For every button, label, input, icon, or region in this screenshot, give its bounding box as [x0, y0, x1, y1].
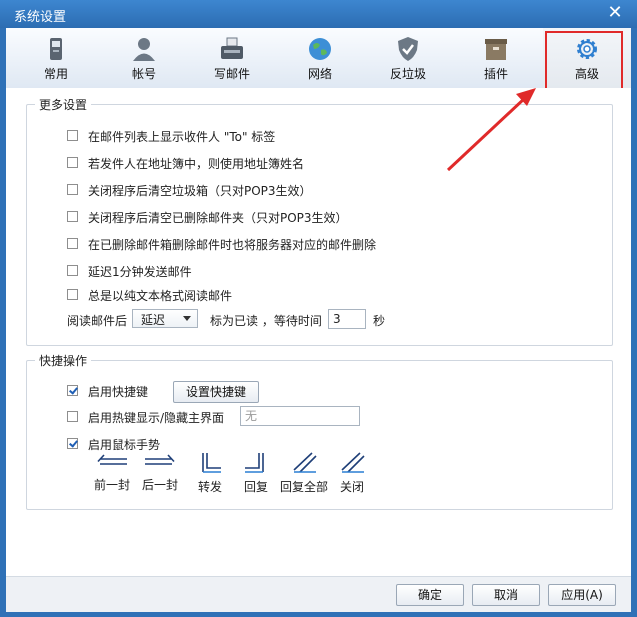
annotation-arrow: [446, 88, 536, 172]
settings-window: 系统设置 ✕ 常用 帐号 写邮件 网络 反垃圾 插件 高级 更多设置 在邮件列表…: [0, 0, 637, 617]
